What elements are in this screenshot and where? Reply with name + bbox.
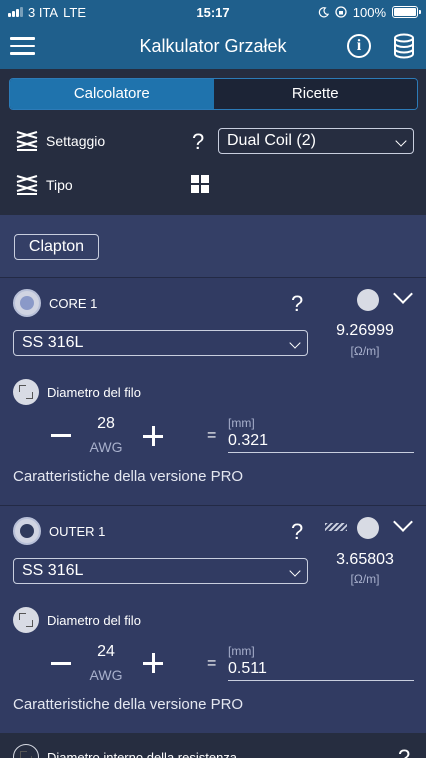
settaggio-value: Dual Coil (2)	[227, 132, 316, 149]
inner-diameter-label: Diametro interno della resistenza	[47, 749, 238, 758]
outer-header: OUTER 1	[13, 517, 105, 545]
core-resistance-value: 9.26999	[336, 322, 394, 339]
carrier-label: 3 ITA	[28, 4, 59, 20]
chevron-down-icon	[395, 135, 407, 147]
outer-material-select[interactable]: SS 316L	[13, 558, 308, 584]
core-name: CORE 1	[49, 295, 98, 311]
inner-diameter-help-icon[interactable]: ?	[398, 745, 410, 758]
wire-pattern-icon[interactable]	[325, 523, 347, 531]
settaggio-label: Settaggio	[46, 133, 106, 149]
core-header: CORE 1	[13, 289, 97, 317]
mode-tabs: Calcolatore Ricette	[9, 78, 418, 110]
outer-resistance-unit: [Ω/m]	[350, 572, 380, 586]
database-icon[interactable]	[393, 33, 415, 59]
info-icon[interactable]: i	[347, 34, 371, 58]
outer-color-button[interactable]	[357, 517, 379, 539]
clapton-button[interactable]: Clapton	[14, 234, 99, 260]
outer-material-value: SS 316L	[22, 562, 84, 579]
core-diameter-label-row: Diametro del filo	[13, 379, 141, 405]
diameter-icon	[13, 744, 39, 758]
core-mm-label: [mm]	[228, 416, 255, 430]
core-awg-value: 28	[97, 415, 115, 432]
grid-icon[interactable]	[191, 175, 209, 193]
core-material-value: SS 316L	[22, 334, 84, 351]
outer-awg-label: AWG	[89, 667, 123, 683]
outer-awg-minus-button[interactable]	[51, 662, 71, 665]
status-bar: 3 ITA LTE 15:17 100%	[0, 0, 426, 24]
core-mm-input[interactable]: 0.321	[228, 431, 414, 453]
inner-diameter-row: Diametro interno della resistenza ?	[0, 733, 426, 758]
tipo-label: Tipo	[46, 177, 73, 193]
tab-ricette[interactable]: Ricette	[213, 79, 417, 109]
battery-icon	[392, 6, 421, 18]
outer-name: OUTER 1	[49, 523, 106, 539]
coil-icon	[16, 131, 38, 151]
chevron-down-icon	[289, 565, 301, 577]
outer-diameter-label-row: Diametro del filo	[13, 607, 141, 633]
outer-mm-input[interactable]: 0.511	[228, 659, 414, 681]
outer-awg-value: 24	[97, 643, 115, 660]
menu-icon[interactable]	[10, 37, 35, 55]
outer-equals: =	[207, 655, 217, 672]
nav-bar: Kalkulator Grzałek i	[0, 24, 426, 69]
inner-diameter-label-row: Diametro interno della resistenza	[13, 744, 237, 758]
network-label: LTE	[63, 4, 86, 20]
chevron-down-icon	[289, 337, 301, 349]
outer-radio[interactable]	[13, 517, 41, 545]
core-awg-minus-button[interactable]	[51, 434, 71, 437]
outer-help-icon[interactable]: ?	[291, 519, 303, 545]
coil-icon	[16, 175, 38, 195]
core-help-icon[interactable]: ?	[291, 291, 303, 317]
outer-resistance-value: 3.65803	[336, 551, 394, 568]
outer-pro-features-link[interactable]: Caratteristiche della versione PRO	[13, 696, 243, 713]
outer-diameter-label: Diametro del filo	[47, 612, 141, 628]
core-diameter-label: Diametro del filo	[47, 384, 141, 400]
page-title: Kalkulator Grzałek	[139, 36, 287, 56]
outer-awg-plus-button[interactable]	[143, 653, 163, 673]
core-material-select[interactable]: SS 316L	[13, 330, 308, 356]
core-radio[interactable]	[13, 289, 41, 317]
core-equals: =	[207, 427, 217, 444]
rotation-lock-icon	[335, 6, 347, 18]
signal-icon	[8, 7, 23, 17]
moon-icon	[318, 6, 329, 17]
core-awg-label: AWG	[89, 439, 123, 455]
outer-mm-label: [mm]	[228, 644, 255, 658]
core-pro-features-link[interactable]: Caratteristiche della versione PRO	[13, 468, 243, 485]
settaggio-select[interactable]: Dual Coil (2)	[218, 128, 414, 154]
core-awg-plus-button[interactable]	[143, 426, 163, 446]
core-color-button[interactable]	[357, 289, 379, 311]
diameter-icon	[13, 379, 39, 405]
core-resistance-unit: [Ω/m]	[350, 344, 380, 358]
tab-calcolatore[interactable]: Calcolatore	[10, 79, 214, 109]
battery-percent: 100%	[352, 4, 386, 20]
settaggio-row: Settaggio	[14, 128, 105, 154]
diameter-icon	[13, 607, 39, 633]
settaggio-help-icon[interactable]: ?	[192, 129, 204, 155]
coil-type-area: Clapton	[0, 215, 426, 277]
tipo-row: Tipo	[14, 172, 73, 198]
